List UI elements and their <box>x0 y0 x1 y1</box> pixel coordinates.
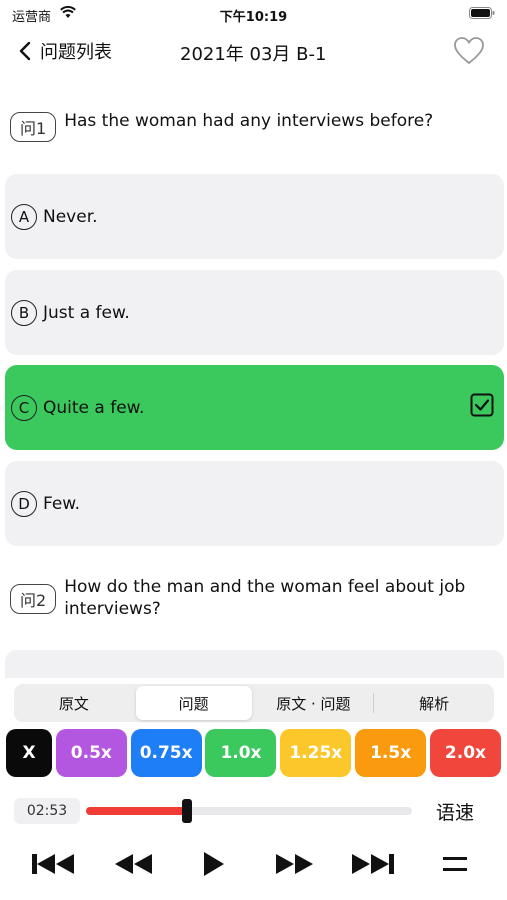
option-d[interactable]: D Few. <box>5 461 504 546</box>
progress-thumb[interactable] <box>182 799 193 823</box>
option-letter: D <box>11 490 37 517</box>
speed-2-0x-button[interactable]: 2.0x <box>429 729 501 777</box>
progress-slider[interactable] <box>86 799 412 823</box>
page-title: 2021年 03月 B-1 <box>180 44 327 65</box>
tab-question[interactable]: 问题 <box>135 686 252 720</box>
option-letter: B <box>11 299 37 326</box>
rewind-button[interactable] <box>112 846 154 882</box>
option-text: Never. <box>43 206 98 227</box>
back-button-label: 问题列表 <box>40 42 112 63</box>
tab-original[interactable]: 原文 <box>16 686 132 720</box>
speed-label-button[interactable]: 语速 <box>436 798 474 825</box>
battery-icon <box>469 7 495 19</box>
fast-forward-button[interactable] <box>274 846 316 882</box>
progress-fill <box>86 807 188 815</box>
checkbox-checked-icon <box>470 393 494 417</box>
navigation-bar: 问题列表 2021年 03月 B-1 <box>0 30 507 74</box>
question-text: How do the man and the woman feel about … <box>64 577 466 619</box>
option-c[interactable]: C Quite a few. <box>5 365 504 450</box>
status-time: 下午10:19 <box>219 10 288 25</box>
current-time: 02:53 <box>14 798 80 824</box>
tab-divider <box>373 693 375 713</box>
question-text: Has the woman had any interviews before? <box>64 111 434 131</box>
tab-analysis[interactable]: 解析 <box>376 686 492 720</box>
playback-controls <box>0 846 507 886</box>
rewind-icon <box>115 854 152 874</box>
play-button[interactable] <box>198 846 228 882</box>
question-badge: 问2 <box>10 584 57 614</box>
speed-1-25x-button[interactable]: 1.25x <box>280 729 352 777</box>
option-letter: A <box>11 203 37 230</box>
play-icon <box>204 852 224 876</box>
back-button[interactable]: 问题列表 <box>18 38 112 64</box>
segmented-control: 原文 问题 原文 · 问题 解析 <box>14 684 494 722</box>
tab-original-question[interactable]: 原文 · 问题 <box>256 686 372 720</box>
speed-0-5x-button[interactable]: 0.5x <box>55 729 127 777</box>
heart-icon[interactable] <box>453 36 485 66</box>
status-bar: 运营商 下午10:19 <box>0 0 507 28</box>
menu-lines-icon <box>443 857 467 871</box>
option-text: Quite a few. <box>43 397 145 418</box>
speed-0-75x-button[interactable]: 0.75x <box>130 729 202 777</box>
question-badge: 问1 <box>10 112 57 142</box>
question-2-header: 问2 How do the man and the woman feel abo… <box>10 576 474 620</box>
question-1-header: 问1 Has the woman had any interviews befo… <box>10 110 474 142</box>
speed-1-5x-button[interactable]: 1.5x <box>355 729 427 777</box>
speed-close-button[interactable]: X <box>6 729 52 777</box>
speed-options: X 0.5x 0.75x 1.0x 1.25x 1.5x 2.0x <box>6 729 501 779</box>
option-letter: C <box>11 394 37 421</box>
skip-to-end-button[interactable] <box>350 846 396 882</box>
option-text: Just a few. <box>43 302 130 323</box>
player-panel: 原文 问题 原文 · 问题 解析 X 0.5x 0.75x 1.0x 1.25x… <box>0 678 507 900</box>
skip-to-start-button[interactable] <box>30 846 76 882</box>
speed-1-0x-button[interactable]: 1.0x <box>205 729 277 777</box>
skip-back-icon <box>32 854 74 874</box>
chevron-left-icon <box>19 41 31 61</box>
option-b[interactable]: B Just a few. <box>5 270 504 355</box>
option-a[interactable]: A Never. <box>5 174 504 259</box>
fast-forward-icon <box>276 854 313 874</box>
option-text: Few. <box>43 493 81 514</box>
skip-forward-icon <box>352 854 394 874</box>
playlist-button[interactable] <box>442 846 468 882</box>
